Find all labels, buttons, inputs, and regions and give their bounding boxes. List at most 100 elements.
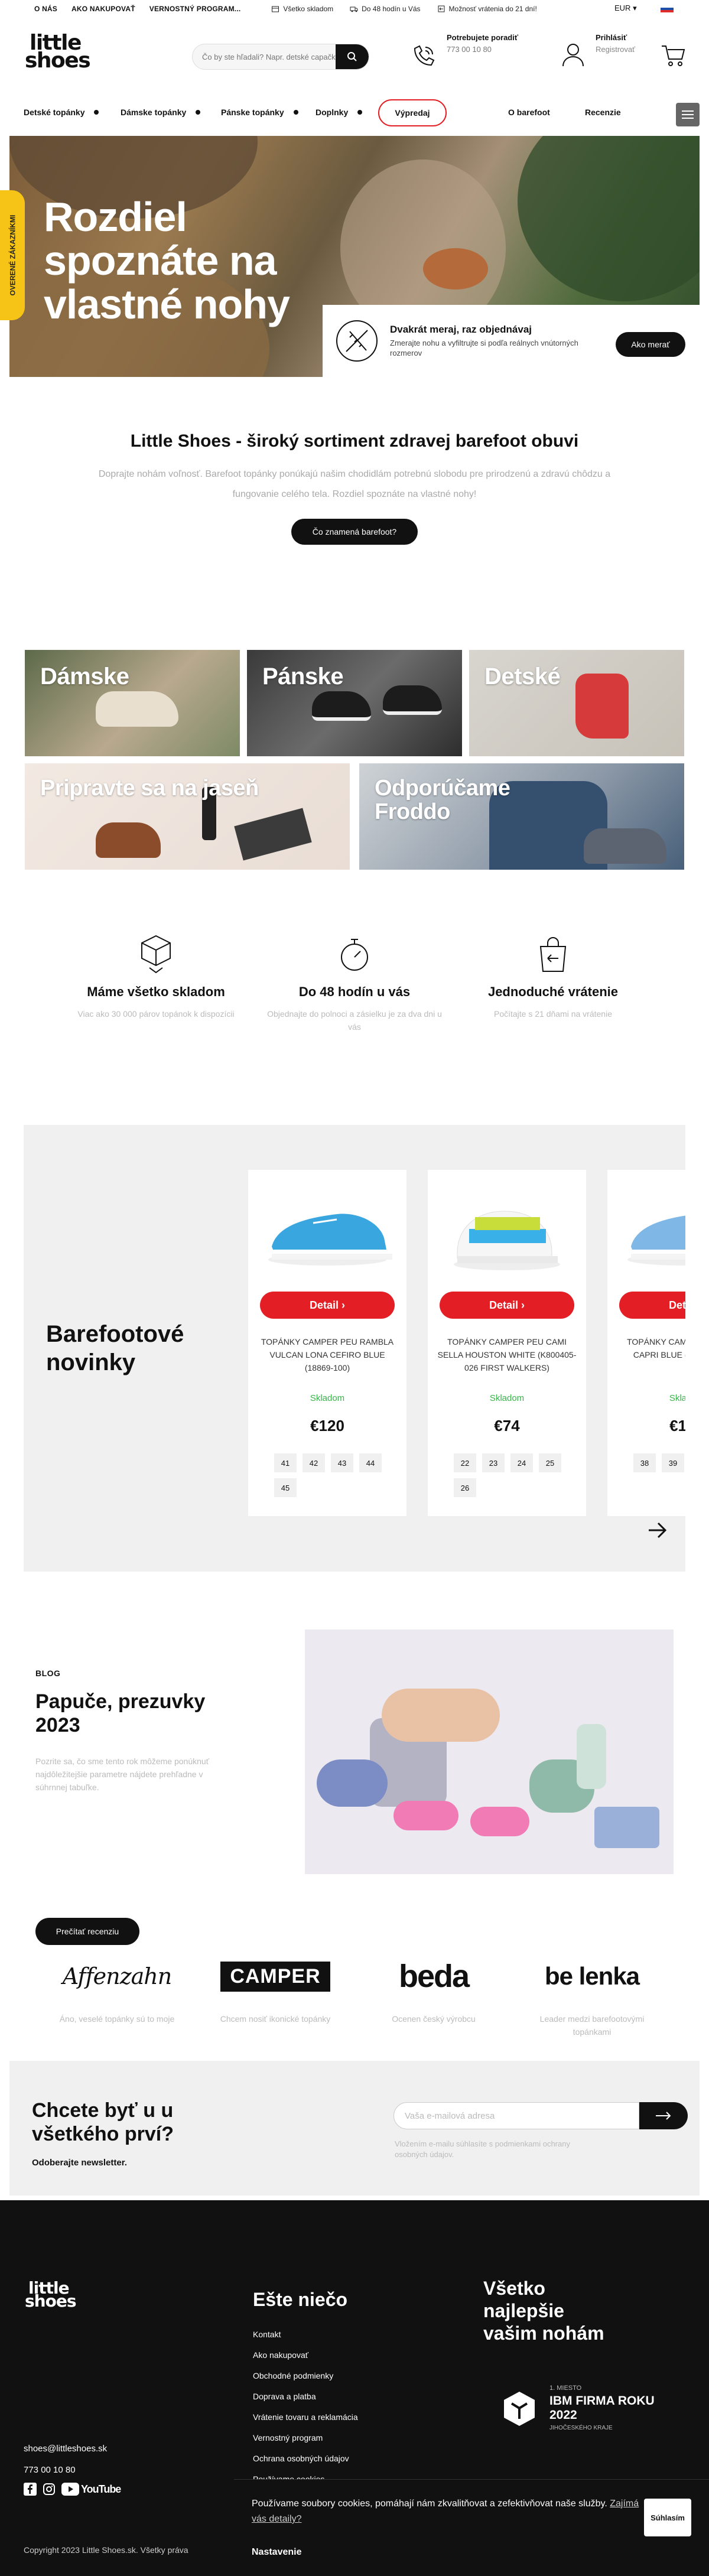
cookie-settings-button[interactable]: Nastavenie <box>252 2547 302 2558</box>
footer-link[interactable]: Vrátenie tovaru a reklamácia <box>253 2407 358 2428</box>
brand-beda[interactable]: beda Ocenen český výrobcu <box>363 1950 505 2025</box>
size-option[interactable]: 25 <box>539 1453 561 1472</box>
youtube-icon[interactable]: YouTube <box>61 2483 121 2496</box>
nav-women-shoes[interactable]: Dámske topánky <box>121 108 201 117</box>
product-stock: Skladom <box>669 1393 685 1403</box>
category-men[interactable]: Pánske <box>247 650 462 756</box>
site-logo[interactable]: little shoes <box>25 32 91 71</box>
brand-logo: CAMPER <box>204 1950 346 2003</box>
register-link[interactable]: Registrovať <box>596 45 635 54</box>
footer-link[interactable]: Obchodné podmienky <box>253 2366 358 2386</box>
category-women[interactable]: Dámske <box>25 650 240 756</box>
login-link[interactable]: Prihlásiť <box>596 33 627 42</box>
usp-stock-block: Máme všetko skladom Viac ako 30 000 páro… <box>67 934 245 1020</box>
photo-box-shape <box>594 1807 659 1848</box>
nav-accessories[interactable]: Doplnky <box>316 108 363 117</box>
category-kids[interactable]: Detské <box>469 650 684 756</box>
usp-returns: Možnosť vrátenia do 21 dní! <box>437 5 537 13</box>
product-name[interactable]: TOPÁNKY CAMPER PEU RAMBLA VULCAN LONA CE… <box>256 1335 398 1374</box>
cookie-agree-button[interactable]: Súhlasím <box>644 2499 691 2536</box>
carousel-next-arrow-icon[interactable] <box>645 1518 669 1542</box>
blog-photo[interactable] <box>305 1629 674 1874</box>
how-to-measure-button[interactable]: Ako merať <box>616 332 685 357</box>
search-bar <box>192 44 369 70</box>
size-option[interactable]: 24 <box>510 1453 533 1472</box>
product-name[interactable]: TOPÁNKY CAMPER PEU NAMI CAPRI BLUE (K200… <box>616 1335 685 1374</box>
newsletter-submit-button[interactable] <box>639 2102 688 2129</box>
product-name[interactable]: TOPÁNKY CAMPER PEU CAMI SELLA HOUSTON WH… <box>436 1335 578 1374</box>
footer-phone[interactable]: 773 00 10 80 <box>24 2465 76 2475</box>
loyalty-link[interactable]: VERNOSTNÝ PROGRAM... <box>149 5 241 13</box>
nav-men-shoes[interactable]: Pánske topánky <box>221 108 298 117</box>
product-card[interactable]: Detail › TOPÁNKY CAMPER PEU CAMI SELLA H… <box>428 1170 586 1516</box>
hamburger-menu-icon[interactable] <box>676 103 700 126</box>
size-option[interactable]: 39 <box>662 1453 684 1472</box>
product-image <box>268 1214 392 1266</box>
search-button[interactable] <box>336 44 369 69</box>
brand-camper[interactable]: CAMPER Chcem nosiť ikonické topánky <box>204 1950 346 2025</box>
user-icon[interactable] <box>561 41 585 67</box>
product-card[interactable]: Detail › TOPÁNKY CAMPER PEU RAMBLA VULCA… <box>248 1170 406 1516</box>
what-is-barefoot-button[interactable]: Čo znamená barefoot? <box>291 519 418 545</box>
size-option[interactable]: 38 <box>633 1453 656 1472</box>
footer-link[interactable]: Vernostný program <box>253 2428 358 2448</box>
product-detail-button[interactable]: Detail › <box>619 1292 685 1319</box>
footer-link[interactable]: Ako nakupovať <box>253 2345 358 2366</box>
currency-select[interactable]: EUR ▾ <box>614 4 637 13</box>
nav-sale-button[interactable]: Výpredaj <box>378 99 447 126</box>
brand-logo: beda <box>398 1959 470 1994</box>
footer-link[interactable]: Doprava a platba <box>253 2386 358 2407</box>
product-detail-button[interactable]: Detail › <box>440 1292 574 1319</box>
help-phone[interactable]: 773 00 10 80 <box>447 45 492 54</box>
newsletter-link[interactable]: Odoberajte newsletter. <box>32 2158 127 2168</box>
size-option[interactable]: 42 <box>303 1453 325 1472</box>
size-option[interactable]: 23 <box>482 1453 505 1472</box>
intro-text: Doprajte nohám voľnosť. Barefoot topánky… <box>98 469 611 499</box>
brand-belenka[interactable]: be lenka Leader medzi barefootovými topá… <box>521 1950 663 2038</box>
social-links: YouTube <box>24 2483 121 2496</box>
size-option[interactable]: 44 <box>359 1453 382 1472</box>
facebook-icon[interactable] <box>24 2483 37 2496</box>
instagram-icon[interactable] <box>43 2483 56 2496</box>
blog-title[interactable]: Papuče, prezuvky 2023 <box>35 1690 248 1737</box>
ruler-foot-icon <box>336 320 378 362</box>
product-price: €74 <box>494 1417 520 1435</box>
how-to-buy-link[interactable]: AKO NAKUPOVAŤ <box>71 5 135 13</box>
hero-banner[interactable]: Rozdiel spoznáte na vlastné nohy Dvakrát m… <box>9 136 700 377</box>
nav-kids-shoes[interactable]: Detské topánky <box>24 108 99 117</box>
cart-icon[interactable] <box>661 43 687 69</box>
product-card[interactable]: Detail › TOPÁNKY CAMPER PEU NAMI CAPRI B… <box>607 1170 685 1516</box>
size-option[interactable]: 26 <box>454 1478 476 1497</box>
footer-link[interactable]: Ochrana osobných údajov <box>253 2448 358 2469</box>
category-autumn[interactable]: Pripravte sa na jaseň <box>25 763 350 870</box>
about-link[interactable]: O NÁS <box>34 5 57 13</box>
product-price: €102 <box>669 1417 685 1435</box>
help-title: Potrebujete poradiť <box>447 33 519 42</box>
product-detail-button[interactable]: Detail › <box>260 1292 395 1319</box>
size-option[interactable]: 43 <box>331 1453 353 1472</box>
verified-badge[interactable]: OVERENÉ ZÁKAZNÍKMI <box>0 190 25 320</box>
footer-link[interactable]: Kontakt <box>253 2324 358 2345</box>
nav-about-barefoot[interactable]: O barefoot <box>508 108 550 117</box>
footer-logo[interactable]: little shoes <box>25 2280 76 2310</box>
size-option[interactable]: 41 <box>274 1453 297 1472</box>
cookie-banner: Používame soubory cookies, pomáhají nám … <box>234 2479 709 2576</box>
language-flag[interactable] <box>661 5 674 12</box>
brand-affenzahn[interactable]: Affenzahn Áno, veselé topánky sú to moje <box>46 1950 188 2025</box>
tile-boot-shape <box>575 674 629 739</box>
footer-email[interactable]: shoes@littleshoes.sk <box>24 2444 107 2454</box>
size-option[interactable]: 45 <box>274 1478 297 1497</box>
product-image <box>627 1215 685 1266</box>
size-option[interactable]: 22 <box>454 1453 476 1472</box>
return-icon <box>438 5 445 12</box>
blog-tag: BLOG <box>35 1668 61 1678</box>
newsletter-email-input[interactable]: Vaša e-mailová adresa <box>393 2102 639 2129</box>
photo-bottle-shape <box>577 1724 606 1789</box>
search-input[interactable] <box>193 52 336 61</box>
category-froddo[interactable]: Odporúčame Froddo <box>359 763 684 870</box>
blog-excerpt: Pozrite sa, čo sme tento rok môžeme ponú… <box>35 1757 209 1792</box>
truck-icon <box>350 6 358 12</box>
photo-crocs-shape <box>470 1807 529 1836</box>
read-review-button[interactable]: Prečítať recenziu <box>35 1918 139 1945</box>
nav-reviews[interactable]: Recenzie <box>585 108 621 117</box>
